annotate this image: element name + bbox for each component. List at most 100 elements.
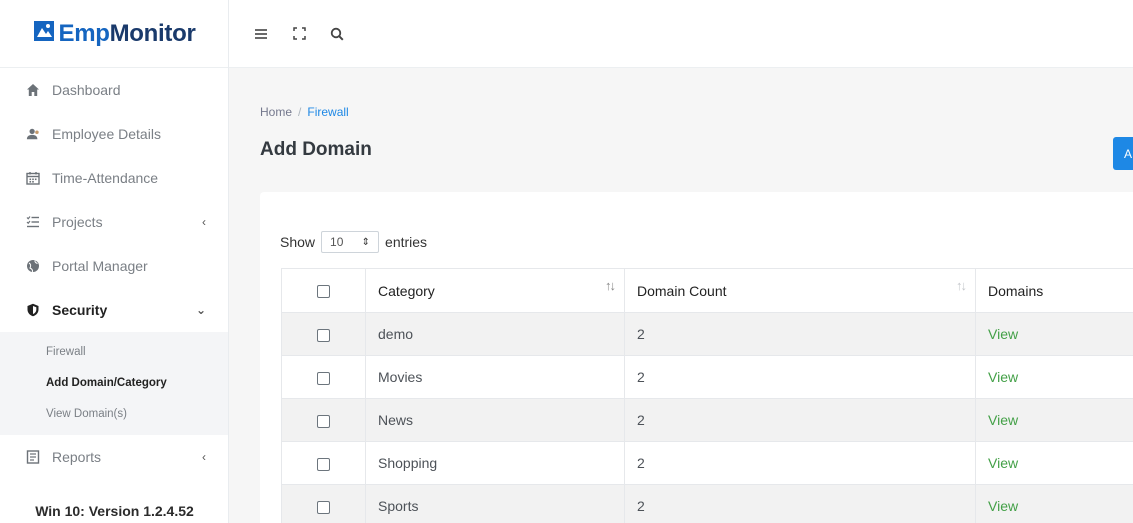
domain-count-cell: 2: [624, 484, 976, 523]
domain-count-cell: 2: [624, 441, 976, 485]
table-row: Sports 2 View: [281, 484, 1133, 523]
row-select-cell: [281, 441, 366, 485]
header-domains: Domains: [975, 268, 1133, 313]
sidebar-item-dashboard[interactable]: Dashboard: [0, 68, 228, 112]
topbar: [229, 0, 1133, 68]
sidebar-item-label: Dashboard: [52, 82, 121, 98]
table-row: News 2 View: [281, 398, 1133, 442]
view-domains-link[interactable]: View: [988, 498, 1018, 514]
shield-icon: [26, 303, 40, 317]
row-checkbox[interactable]: [317, 500, 330, 514]
header-label: Domain Count: [637, 282, 727, 299]
header-category[interactable]: Category ↑↓: [365, 268, 625, 313]
sidebar-menu-lower: Reports ‹: [0, 435, 228, 479]
view-domains-link[interactable]: View: [988, 369, 1018, 385]
row-select-cell: [281, 398, 366, 442]
header-label: Category: [378, 282, 435, 299]
sidebar-item-label: Employee Details: [52, 126, 161, 142]
sidebar-item-label: Projects: [52, 214, 103, 230]
security-submenu: Firewall Add Domain/Category View Domain…: [0, 332, 228, 435]
sidebar-menu: Dashboard Employee Details Time-Attendan…: [0, 68, 228, 332]
domains-cell: View: [975, 312, 1133, 356]
domains-cell: View: [975, 484, 1133, 523]
sidebar-item-security[interactable]: Security ⌄: [0, 288, 228, 332]
sidebar-item-time-attendance[interactable]: Time-Attendance: [0, 156, 228, 200]
category-cell: Shopping: [365, 441, 625, 485]
row-checkbox[interactable]: [317, 457, 330, 471]
table-row: Shopping 2 View: [281, 441, 1133, 485]
category-cell: Movies: [365, 355, 625, 399]
menu-toggle-icon[interactable]: [253, 26, 269, 42]
submenu-item-add-domain-category[interactable]: Add Domain/Category: [0, 367, 228, 398]
category-cell: News: [365, 398, 625, 442]
sidebar-item-label: Portal Manager: [52, 258, 148, 274]
sidebar-item-label: Reports: [52, 449, 102, 465]
submenu-item-view-domains[interactable]: View Domain(s): [0, 398, 228, 429]
entries-label: entries: [385, 234, 428, 250]
home-icon: [26, 83, 40, 97]
brand-logo[interactable]: EmpMonitor: [0, 0, 228, 68]
report-icon: [26, 450, 40, 464]
select-all-checkbox[interactable]: [317, 285, 330, 299]
row-checkbox[interactable]: [317, 414, 330, 428]
breadcrumb-current[interactable]: Firewall: [307, 105, 348, 119]
domain-count-cell: 2: [624, 355, 976, 399]
view-domains-link[interactable]: View: [988, 455, 1018, 471]
row-checkbox[interactable]: [317, 328, 330, 342]
brand-name-monitor: Monitor: [109, 19, 196, 47]
list-check-icon: [26, 215, 40, 229]
domain-table-card: Show 10 ⇕ entries Category ↑↓ Domain Coun…: [260, 192, 1133, 523]
sort-icon: ↑↓: [605, 278, 616, 293]
breadcrumb: Home / Firewall: [260, 105, 349, 119]
page-title: Add Domain: [260, 139, 372, 160]
sidebar: EmpMonitor Dashboard Employee Details Ti…: [0, 0, 229, 523]
sidebar-item-portal-manager[interactable]: Portal Manager: [0, 244, 228, 288]
category-cell: demo: [365, 312, 625, 356]
calendar-icon: [26, 171, 40, 185]
breadcrumb-home[interactable]: Home: [260, 105, 292, 119]
globe-icon: [26, 259, 40, 273]
sort-icon: ↑↓: [956, 278, 967, 293]
user-icon: [26, 127, 40, 141]
domain-category-table: Category ↑↓ Domain Count ↑↓ Domains demo 2…: [281, 268, 1133, 523]
table-header-row: Category ↑↓ Domain Count ↑↓ Domains: [281, 268, 1133, 313]
row-select-cell: [281, 484, 366, 523]
sidebar-item-label: Time-Attendance: [52, 170, 159, 186]
empmonitor-logo-icon: [33, 20, 54, 41]
search-icon[interactable]: [329, 26, 345, 42]
domain-count-cell: 2: [624, 398, 976, 442]
sidebar-item-label: Security: [52, 302, 108, 318]
add-button[interactable]: A: [1113, 137, 1133, 170]
view-domains-link[interactable]: View: [988, 412, 1018, 428]
chevron-left-icon: ‹: [202, 450, 206, 464]
header-domain-count[interactable]: Domain Count ↑↓: [624, 268, 976, 313]
show-label: Show: [280, 234, 316, 250]
domains-cell: View: [975, 441, 1133, 485]
row-checkbox[interactable]: [317, 371, 330, 385]
domains-cell: View: [975, 355, 1133, 399]
brand-name: EmpMonitor: [59, 20, 196, 48]
domain-count-cell: 2: [624, 312, 976, 356]
table-row: Movies 2 View: [281, 355, 1133, 399]
domains-cell: View: [975, 398, 1133, 442]
row-select-cell: [281, 355, 366, 399]
page-size-select[interactable]: 10 ⇕: [321, 231, 380, 253]
header-select-all[interactable]: [281, 268, 366, 313]
category-cell: Sports: [365, 484, 625, 523]
brand-name-emp: Emp: [58, 19, 110, 47]
sidebar-item-reports[interactable]: Reports ‹: [0, 435, 228, 479]
header-label: Domains: [988, 282, 1044, 299]
app-window: EmpMonitor Dashboard Employee Details Ti…: [0, 0, 1133, 523]
breadcrumb-separator: /: [298, 105, 302, 119]
fullscreen-icon[interactable]: [291, 26, 307, 42]
sidebar-item-projects[interactable]: Projects ‹: [0, 200, 228, 244]
table-row: demo 2 View: [281, 312, 1133, 356]
submenu-item-firewall[interactable]: Firewall: [0, 336, 228, 367]
view-domains-link[interactable]: View: [988, 326, 1018, 342]
row-select-cell: [281, 312, 366, 356]
sidebar-item-employee-details[interactable]: Employee Details: [0, 112, 228, 156]
app-version: Win 10: Version 1.2.4.52: [35, 503, 194, 519]
show-entries-control: Show 10 ⇕ entries: [280, 231, 427, 253]
chevron-down-icon: ⌄: [195, 303, 206, 317]
chevron-left-icon: ‹: [202, 215, 206, 229]
